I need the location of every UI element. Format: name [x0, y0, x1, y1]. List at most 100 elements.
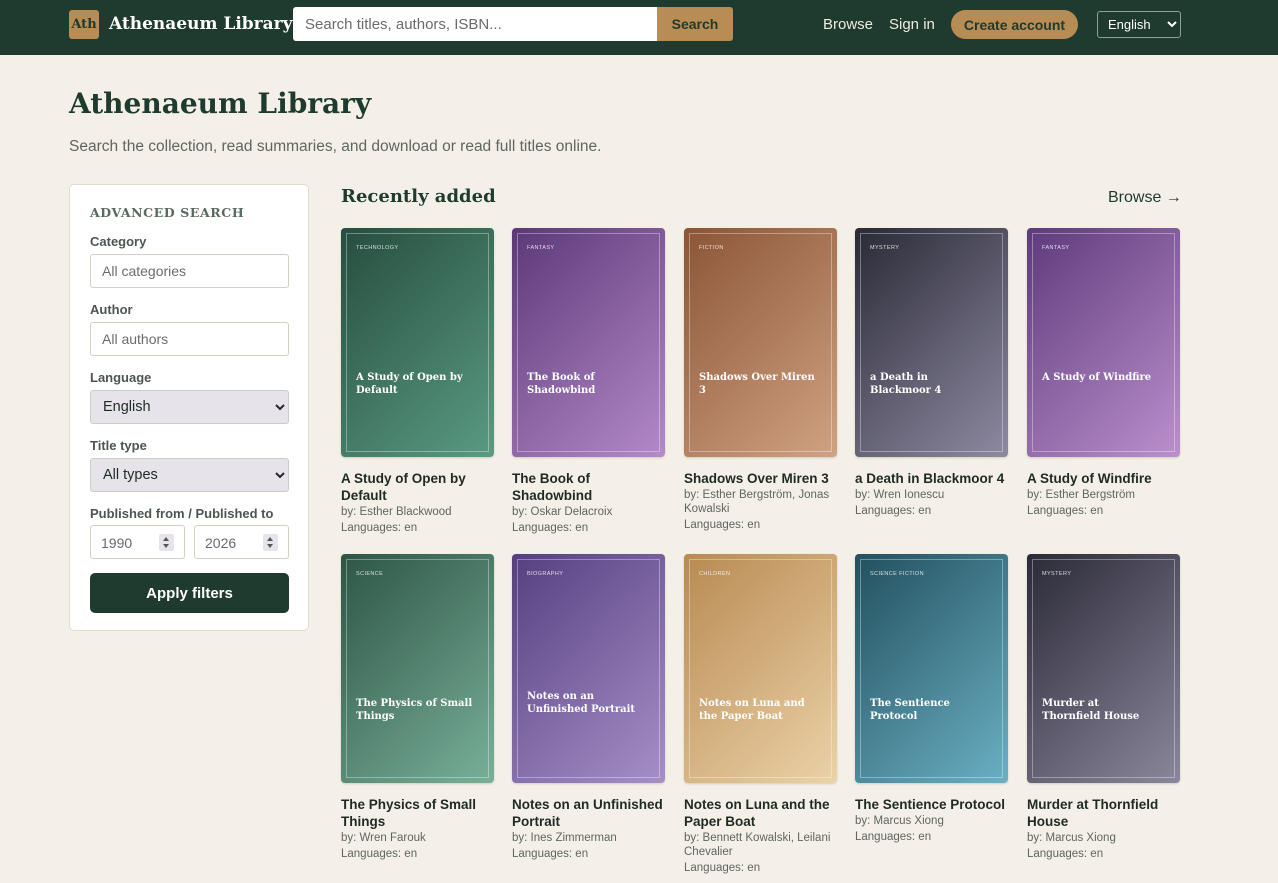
- book-authors: by: Wren Farouk: [341, 832, 426, 844]
- author-input[interactable]: [90, 322, 289, 356]
- book-card[interactable]: Science The Physics of Small Things The Ph…: [341, 554, 494, 874]
- cover-category: Mystery: [870, 245, 900, 251]
- logo-icon[interactable]: Ath: [69, 10, 99, 39]
- book-authors: by: Ines Zimmerman: [512, 832, 617, 844]
- book-cover[interactable]: Science Fiction The Sentience Protocol: [855, 554, 1008, 783]
- book-authors: by: Wren Ionescu: [855, 489, 945, 501]
- cover-category: Technology: [356, 245, 399, 251]
- book-title[interactable]: Notes on an Unfinished Portrait: [512, 796, 665, 830]
- cover-category: Mystery: [1042, 571, 1072, 577]
- cover-category: Biography: [527, 571, 564, 577]
- category-input[interactable]: [90, 254, 289, 288]
- book-title[interactable]: The Book of Shadowbind: [512, 470, 665, 504]
- book-title[interactable]: a Death in Blackmoor 4: [855, 470, 1008, 487]
- cover-title: The Physics of Small Things: [356, 698, 473, 722]
- book-cover[interactable]: Fantasy A Study of Windfire: [1027, 228, 1180, 457]
- cover-title: A Study of Windfire: [1042, 372, 1152, 383]
- cover-title: Notes on an Unfinished Portrait: [527, 691, 636, 715]
- page-title: Athenaeum Library: [69, 87, 372, 120]
- title-type-select[interactable]: All types: [90, 458, 289, 492]
- book-cover[interactable]: Fantasy The Book of Shadowbind: [512, 228, 665, 457]
- search-input[interactable]: [293, 7, 657, 41]
- advanced-search-panel: ADVANCED SEARCH Category Author Language…: [69, 184, 309, 631]
- cover-title: The Book of Shadowbind: [527, 372, 596, 396]
- cover-title: Murder at Thornfield House: [1042, 698, 1140, 722]
- book-card[interactable]: Fiction Shadows Over Miren 3 Shadows Over …: [684, 228, 837, 548]
- cover-frame: [517, 233, 660, 452]
- book-languages: Languages: en: [341, 848, 418, 860]
- cover-frame: [689, 559, 832, 778]
- page-subtitle: Search the collection, read summaries, a…: [69, 138, 602, 155]
- cover-category: Fiction: [699, 245, 724, 251]
- book-card[interactable]: Mystery a Death in Blackmoor 4 a Death in …: [855, 228, 1008, 548]
- stepper-icon[interactable]: [159, 534, 174, 551]
- nav-signin-link[interactable]: Sign in: [889, 15, 935, 35]
- cover-category: Science: [356, 571, 384, 577]
- published-range-label: Published from / Published to: [90, 506, 274, 521]
- cover-frame: [517, 559, 660, 778]
- nav-browse-link[interactable]: Browse: [823, 15, 873, 35]
- book-authors: by: Marcus Xiong: [855, 815, 944, 827]
- language-select[interactable]: English: [1097, 11, 1181, 38]
- stepper-icon[interactable]: [263, 534, 278, 551]
- title-type-label: Title type: [90, 438, 147, 453]
- cover-frame: [1032, 559, 1175, 778]
- search-button[interactable]: Search: [657, 7, 733, 41]
- cover-category: Children: [699, 571, 731, 577]
- book-card[interactable]: Biography Notes on an Unfinished Portrait…: [512, 554, 665, 874]
- book-title[interactable]: Notes on Luna and the Paper Boat: [684, 796, 837, 830]
- advanced-search-heading: ADVANCED SEARCH: [90, 205, 245, 220]
- language-label: Language: [90, 370, 152, 385]
- book-authors: by: Esther Blackwood: [341, 506, 452, 518]
- book-card[interactable]: Fantasy The Book of Shadowbind The Book of…: [512, 228, 665, 548]
- book-title[interactable]: A Study of Windfire: [1027, 470, 1180, 487]
- cover-frame: [1032, 233, 1175, 452]
- book-title[interactable]: The Physics of Small Things: [341, 796, 494, 830]
- published-to-value: 2026: [205, 535, 237, 551]
- cover-frame: [346, 559, 489, 778]
- section-title: Recently added: [341, 186, 496, 207]
- published-to-input[interactable]: 2026: [194, 525, 289, 559]
- book-cover[interactable]: Children Notes on Luna and the Paper Boat: [684, 554, 837, 783]
- cover-frame: [346, 233, 489, 452]
- book-card[interactable]: Science Fiction The Sentience Protocol The…: [855, 554, 1008, 874]
- create-account-button[interactable]: Create account: [951, 10, 1078, 39]
- book-authors: by: Bennett Kowalski, Leilani Chevalier: [684, 832, 831, 858]
- book-card[interactable]: Fantasy A Study of Windfire A Study of Win…: [1027, 228, 1180, 548]
- book-cover[interactable]: Fiction Shadows Over Miren 3: [684, 228, 837, 457]
- book-title[interactable]: Shadows Over Miren 3: [684, 470, 837, 487]
- book-languages: Languages: en: [1027, 848, 1104, 860]
- book-languages: Languages: en: [512, 522, 589, 534]
- book-authors: by: Esther Bergström: [1027, 489, 1136, 501]
- book-authors: by: Marcus Xiong: [1027, 832, 1116, 844]
- brand-name[interactable]: Athenaeum Library: [109, 13, 292, 35]
- book-languages: Languages: en: [684, 519, 761, 531]
- category-label: Category: [90, 234, 147, 249]
- book-card[interactable]: Technology A Study of Open by Default A St…: [341, 228, 494, 548]
- cover-title: The Sentience Protocol: [870, 698, 950, 722]
- book-languages: Languages: en: [684, 862, 761, 874]
- book-title[interactable]: The Sentience Protocol: [855, 796, 1008, 813]
- cover-frame: [860, 559, 1003, 778]
- language-filter-select[interactable]: English: [90, 390, 289, 424]
- book-cover[interactable]: Biography Notes on an Unfinished Portrait: [512, 554, 665, 783]
- book-authors: by: Oskar Delacroix: [512, 506, 613, 518]
- book-title[interactable]: A Study of Open by Default: [341, 470, 494, 504]
- book-languages: Languages: en: [512, 848, 589, 860]
- browse-all-link[interactable]: Browse →: [1108, 188, 1182, 208]
- book-card[interactable]: Children Notes on Luna and the Paper Boat…: [684, 554, 837, 874]
- book-languages: Languages: en: [341, 522, 418, 534]
- book-cover[interactable]: Mystery a Death in Blackmoor 4: [855, 228, 1008, 457]
- published-from-value: 1990: [101, 535, 133, 551]
- book-cover[interactable]: Mystery Murder at Thornfield House: [1027, 554, 1180, 783]
- apply-filters-button[interactable]: Apply filters: [90, 573, 289, 613]
- cover-category: Fantasy: [527, 245, 555, 251]
- book-cover[interactable]: Technology A Study of Open by Default: [341, 228, 494, 457]
- book-title[interactable]: Murder at Thornfield House: [1027, 796, 1180, 830]
- cover-frame: [860, 233, 1003, 452]
- book-cover[interactable]: Science The Physics of Small Things: [341, 554, 494, 783]
- cover-title: A Study of Open by Default: [356, 372, 463, 396]
- book-card[interactable]: Mystery Murder at Thornfield House Murder …: [1027, 554, 1180, 874]
- published-from-input[interactable]: 1990: [90, 525, 185, 559]
- book-languages: Languages: en: [1027, 505, 1104, 517]
